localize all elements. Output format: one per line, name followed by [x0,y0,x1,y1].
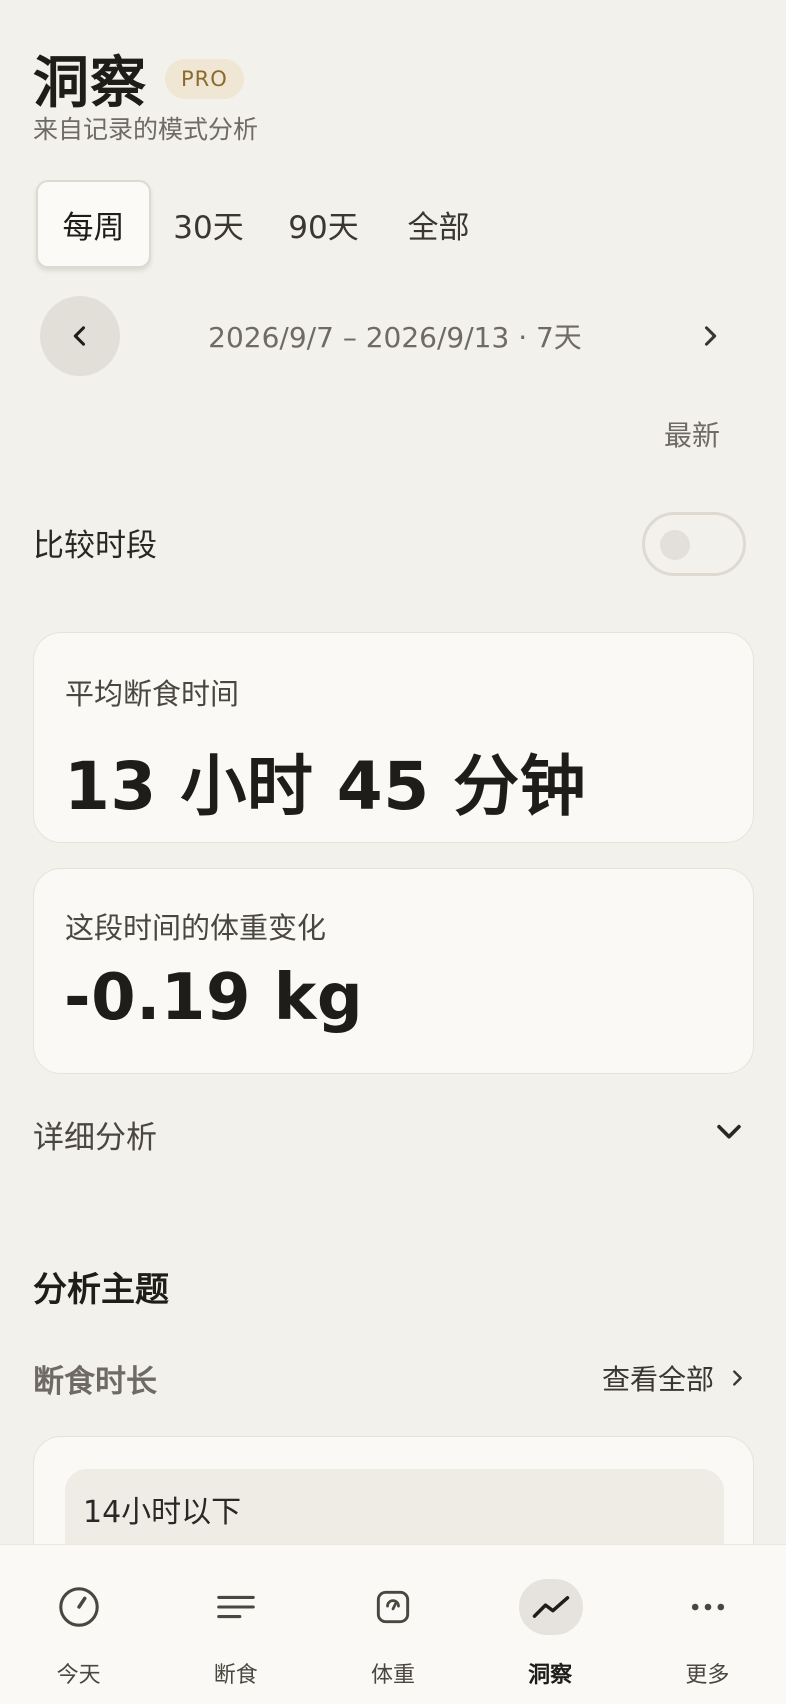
nav-label-insights: 洞察 [528,1663,573,1688]
chevron-right-icon [733,1370,742,1386]
weight-change-label: 这段时间的体重变化 [65,911,327,945]
topic-item-label: 14小时以下 [83,1495,242,1530]
topic-header-row: 断食时长 查看全部 [33,1356,748,1400]
next-period-button[interactable] [670,296,750,376]
tab-90-days[interactable]: 90天 [266,180,381,268]
tab-30-days[interactable]: 30天 [151,180,266,268]
compare-toggle[interactable] [642,512,746,576]
detail-analysis-label: 详细分析 [33,1120,157,1156]
weight-change-value: -0.19 kg [64,961,364,1035]
nav-label-more: 更多 [685,1663,730,1688]
nav-item-weight[interactable]: 体重 [314,1545,471,1704]
nav-item-fasting[interactable]: 断食 [157,1545,314,1704]
page-title: 洞察 [33,51,147,116]
view-all-label: 查看全部 [601,1363,714,1396]
nav-label-fasting: 断食 [213,1663,258,1688]
date-navigator: 2026/9/7 – 2026/9/13 · 7天 [40,296,750,376]
title-row: 洞察 PRO [33,38,244,119]
toggle-knob [660,530,690,560]
topic-section-title: 断食时长 [33,1364,157,1400]
more-icon [676,1579,740,1635]
period-tabs: 每周 30天 90天 全部 [36,180,496,268]
avg-fasting-card: 平均断食时间 13 小时 45 分钟 [33,632,754,843]
page-subtitle: 来自记录的模式分析 [33,115,259,144]
page-header: 洞察 PRO [33,38,244,119]
view-all-button[interactable]: 查看全部 [602,1358,748,1398]
bottom-navigation: 今天 断食 体重 洞察 更多 [0,1544,786,1704]
chevron-right-icon [704,326,717,346]
lines-icon [204,1579,268,1635]
date-range-text: 2026/9/7 – 2026/9/13 · 7天 [208,321,582,354]
previous-period-button[interactable] [40,296,120,376]
nav-item-insights[interactable]: 洞察 [472,1545,629,1704]
clock-icon [47,1579,111,1635]
chevron-left-icon [73,326,86,346]
compare-periods-row: 比较时段 [33,512,746,576]
nav-label-today: 今天 [56,1663,101,1688]
tab-weekly[interactable]: 每周 [36,180,151,268]
weight-change-card: 这段时间的体重变化 -0.19 kg [33,868,754,1074]
chevron-down-icon [717,1124,741,1139]
scale-icon [361,1579,425,1635]
nav-item-today[interactable]: 今天 [0,1545,157,1704]
avg-fasting-label: 平均断食时间 [65,677,240,711]
insights-screen: 洞察 PRO 来自记录的模式分析 每周 30天 90天 全部 2026/9/7 … [0,0,786,1704]
trend-icon [518,1579,583,1635]
tab-all[interactable]: 全部 [381,180,496,268]
compare-label: 比较时段 [33,528,157,564]
latest-button[interactable]: 最新 [664,414,720,454]
nav-label-weight: 体重 [370,1663,415,1688]
nav-item-more[interactable]: 更多 [629,1545,786,1704]
topics-heading: 分析主题 [33,1270,169,1310]
pro-badge: PRO [165,58,244,99]
detail-analysis-toggle[interactable]: 详细分析 [33,1110,746,1156]
avg-fasting-value: 13 小时 45 分钟 [64,748,587,825]
